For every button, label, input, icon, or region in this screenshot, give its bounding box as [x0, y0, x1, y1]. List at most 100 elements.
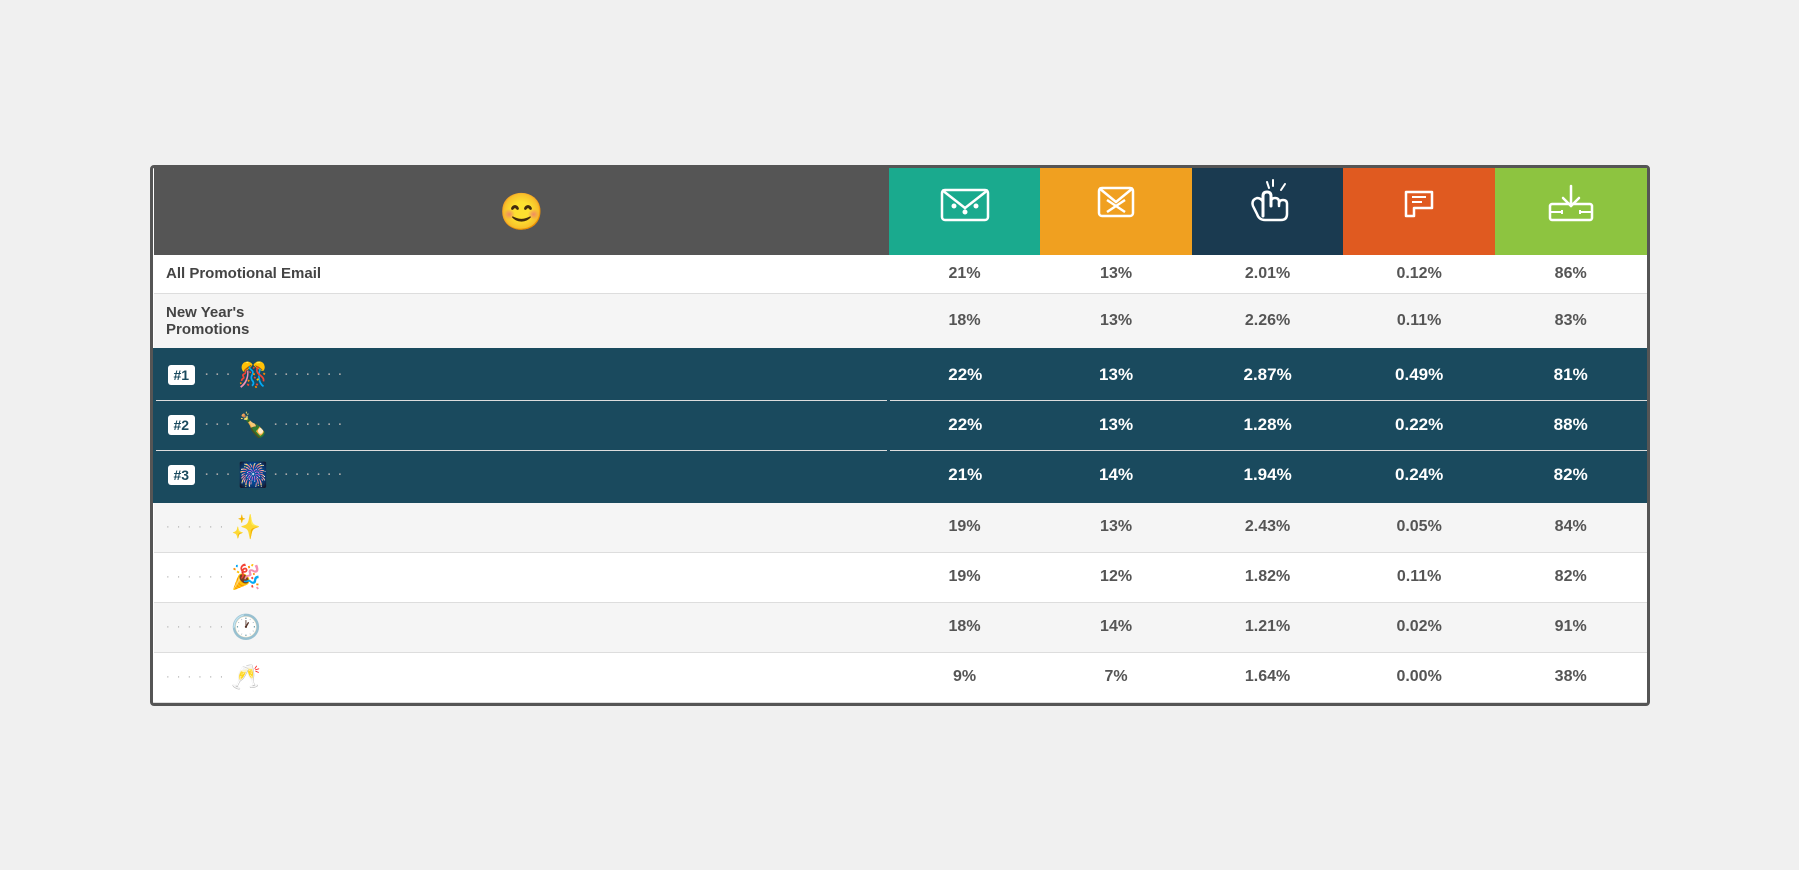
dots: · · · · · ·	[166, 521, 225, 533]
table-body: All Promotional Email 21% 13% 2.01% 0.12…	[154, 255, 1647, 703]
table-row: New Year'sPromotions 18% 13% 2.26% 0.11%…	[154, 293, 1647, 349]
main-table-wrapper: 😊	[150, 165, 1650, 706]
complaint-rate-val: 0.00%	[1343, 652, 1495, 702]
read-rate-val: 22%	[889, 400, 1041, 450]
complaint-rate-val: 0.49%	[1343, 349, 1495, 400]
complaint-rate-val: 0.11%	[1343, 293, 1495, 349]
notspam-rate-icon	[1200, 178, 1336, 233]
emoji-cell: · · · · · · 🕐	[166, 613, 881, 642]
inbox-placement-val: 82%	[1495, 450, 1647, 501]
inbox-placement-val: 84%	[1495, 501, 1647, 552]
notspam-rate-val: 1.21%	[1192, 602, 1344, 652]
emoji-icon: 🎉	[231, 563, 261, 592]
inbox-placement-val: 86%	[1495, 255, 1647, 294]
deleted-rate-val: 7%	[1040, 652, 1192, 702]
emoji-icon: 🕐	[231, 613, 261, 642]
dots: · · ·	[205, 369, 232, 381]
table-row: All Promotional Email 21% 13% 2.01% 0.12…	[154, 255, 1647, 294]
row-label: All Promotional Email	[166, 265, 881, 282]
inbox-placement-val: 82%	[1495, 552, 1647, 602]
read-rate-val: 21%	[889, 450, 1041, 501]
notspam-rate-val: 1.64%	[1192, 652, 1344, 702]
dots: · · · · · · ·	[274, 369, 344, 381]
dots: · · ·	[205, 419, 232, 431]
complaint-rate-val: 0.24%	[1343, 450, 1495, 501]
notspam-rate-val: 1.28%	[1192, 400, 1344, 450]
read-rate-val: 21%	[889, 255, 1041, 294]
dots: · · · · · · ·	[274, 469, 344, 481]
table-row: #2 · · · 🍾 · · · · · · · 22% 13% 1.28% 0…	[154, 400, 1647, 450]
row-label: New Year'sPromotions	[166, 304, 881, 338]
table-row: #3 · · · 🎆 · · · · · · · 21% 14% 1.94% 0…	[154, 450, 1647, 501]
emoji-col-normal: · · · · · · 🕐	[154, 602, 889, 652]
emoji-cell: · · · · · · 🎉	[166, 563, 881, 592]
rank-badge: #1	[168, 365, 196, 385]
complaint-rate-val: 0.12%	[1343, 255, 1495, 294]
emoji-cell: #2 · · · 🍾 · · · · · · ·	[168, 411, 880, 440]
read-rate-val: 18%	[889, 602, 1041, 652]
emoji-icon: ✨	[231, 513, 261, 542]
deleted-rate-val: 13%	[1040, 400, 1192, 450]
header-row: 😊	[154, 168, 1647, 255]
emoji-col-highlight: #1 · · · 🎊 · · · · · · ·	[154, 349, 889, 400]
read-rate-val: 19%	[889, 552, 1041, 602]
emoji-col-normal: · · · · · · 🎉	[154, 552, 889, 602]
emoji-cell: · · · · · · ✨	[166, 513, 881, 542]
emoji-cell: #3 · · · 🎆 · · · · · · ·	[168, 461, 880, 490]
deleted-rate-val: 13%	[1040, 293, 1192, 349]
emoji-col-normal: · · · · · · ✨	[154, 501, 889, 552]
header-notspam-rate	[1192, 168, 1344, 255]
notspam-rate-val: 2.43%	[1192, 501, 1344, 552]
notspam-rate-val: 2.26%	[1192, 293, 1344, 349]
header-inbox-placement	[1495, 168, 1647, 255]
complaint-rate-val: 0.05%	[1343, 501, 1495, 552]
data-table: 😊	[153, 168, 1647, 703]
emoji-icon: 🎆	[238, 461, 268, 490]
emoji-icon: 🎊	[238, 361, 268, 390]
read-rate-icon	[897, 182, 1033, 233]
deleted-rate-val: 12%	[1040, 552, 1192, 602]
emoji-col-highlight: #2 · · · 🍾 · · · · · · ·	[154, 400, 889, 450]
header-read-rate	[889, 168, 1041, 255]
emoji-header-icon: 😊	[162, 191, 881, 233]
complaint-rate-val: 0.02%	[1343, 602, 1495, 652]
notspam-rate-val: 2.01%	[1192, 255, 1344, 294]
complaint-rate-val: 0.11%	[1343, 552, 1495, 602]
table-row: · · · · · · 🥂 9% 7% 1.64% 0.00% 38%	[154, 652, 1647, 702]
emoji-icon: 🍾	[238, 411, 268, 440]
deleted-rate-val: 14%	[1040, 450, 1192, 501]
emoji-col-highlight: #3 · · · 🎆 · · · · · · ·	[154, 450, 889, 501]
notspam-rate-val: 1.94%	[1192, 450, 1344, 501]
table-row: · · · · · · 🎉 19% 12% 1.82% 0.11% 82%	[154, 552, 1647, 602]
deleted-rate-val: 14%	[1040, 602, 1192, 652]
header-deleted-rate	[1040, 168, 1192, 255]
inbox-placement-val: 91%	[1495, 602, 1647, 652]
dots: · · ·	[205, 469, 232, 481]
read-rate-val: 19%	[889, 501, 1041, 552]
emoji-cell: · · · · · · 🥂	[166, 663, 881, 692]
emoji-col-summary: New Year'sPromotions	[154, 293, 889, 349]
table-row: #1 · · · 🎊 · · · · · · · 22% 13% 2.87% 0…	[154, 349, 1647, 400]
emoji-col-normal: · · · · · · 🥂	[154, 652, 889, 702]
deleted-rate-val: 13%	[1040, 501, 1192, 552]
inbox-placement-val: 83%	[1495, 293, 1647, 349]
complaint-rate-icon	[1351, 182, 1487, 233]
inbox-placement-val: 38%	[1495, 652, 1647, 702]
emoji-icon: 🥂	[231, 663, 261, 692]
dots: · · · · · · ·	[274, 419, 344, 431]
complaint-rate-val: 0.22%	[1343, 400, 1495, 450]
header-emoji: 😊	[154, 168, 889, 255]
dots: · · · · · ·	[166, 671, 225, 683]
dots: · · · · · ·	[166, 621, 225, 633]
table-row: · · · · · · 🕐 18% 14% 1.21% 0.02% 91%	[154, 602, 1647, 652]
table-row: · · · · · · ✨ 19% 13% 2.43% 0.05% 84%	[154, 501, 1647, 552]
notspam-rate-val: 2.87%	[1192, 349, 1344, 400]
deleted-rate-val: 13%	[1040, 349, 1192, 400]
deleted-rate-val: 13%	[1040, 255, 1192, 294]
header-complaint-rate	[1343, 168, 1495, 255]
dots: · · · · · ·	[166, 571, 225, 583]
rank-badge: #3	[168, 465, 196, 485]
read-rate-val: 22%	[889, 349, 1041, 400]
inbox-placement-val: 88%	[1495, 400, 1647, 450]
read-rate-val: 9%	[889, 652, 1041, 702]
